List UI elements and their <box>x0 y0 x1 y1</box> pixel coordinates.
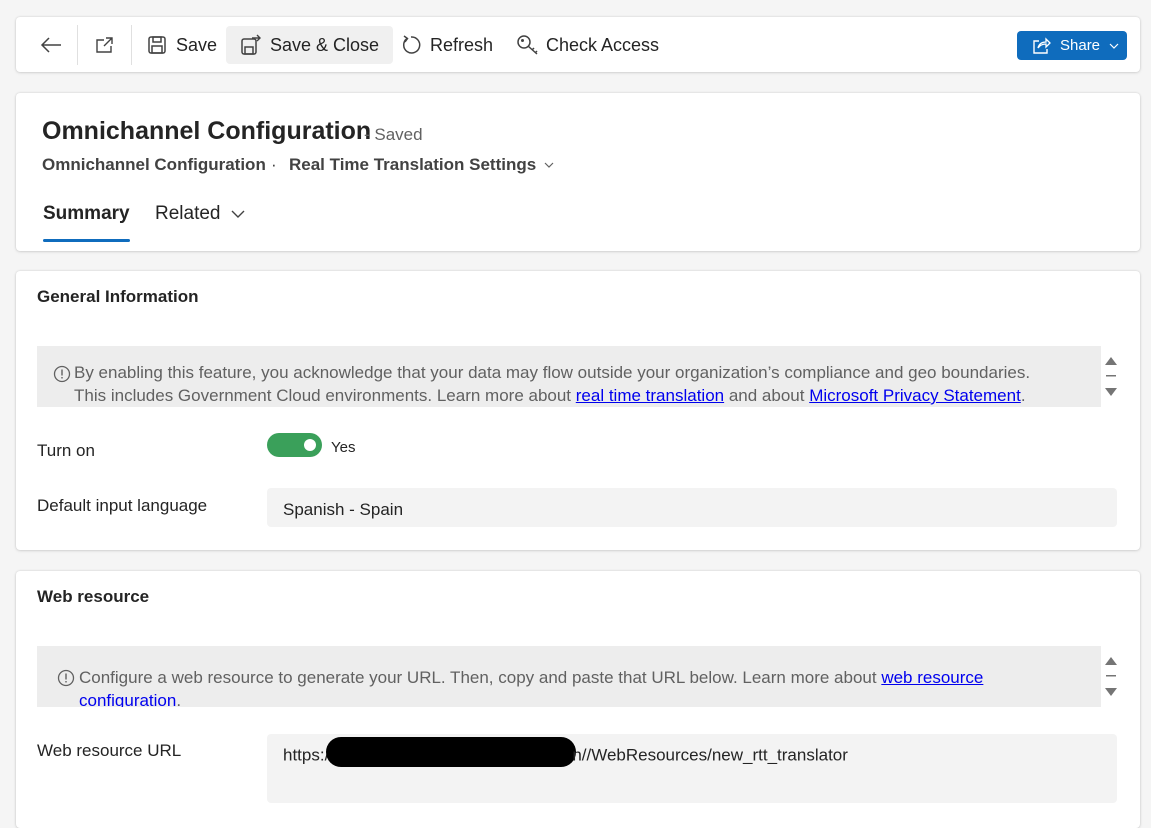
save-button[interactable]: Save <box>139 26 225 64</box>
separator <box>131 25 132 65</box>
section-title: Web resource <box>37 587 150 606</box>
notice-line-1: By enabling this feature, you acknowledg… <box>74 363 1031 382</box>
record-header: Omnichannel Configuration - Saved Omnich… <box>16 93 1140 251</box>
notice-text-part: Configure a web resource to generate you… <box>79 668 882 687</box>
save-status: - Saved <box>364 125 423 144</box>
save-label: Save <box>176 34 218 55</box>
notice-text-part: This includes Government Cloud environme… <box>74 386 576 405</box>
info-icon <box>53 365 71 383</box>
page-title: Omnichannel Configuration <box>42 117 372 145</box>
scroll-arrows-icon <box>1105 357 1117 396</box>
notice-text-part: and about <box>724 386 810 405</box>
share-label: Share <box>1060 37 1101 54</box>
notice-text-part: . <box>176 691 182 707</box>
notice-scroll-controls[interactable] <box>1104 655 1118 706</box>
refresh-icon <box>402 35 421 54</box>
section-title: General Information <box>37 287 199 306</box>
web-resource-url-label: Web resource URL <box>37 741 182 760</box>
url-suffix: n//WebResources/new_rtt_translator <box>572 745 848 765</box>
refresh-label: Refresh <box>430 34 494 55</box>
tab-related[interactable]: Related <box>155 203 245 225</box>
chevron-down-icon <box>1109 43 1119 49</box>
key-icon <box>517 35 538 55</box>
share-icon <box>1033 36 1051 54</box>
turn-on-label: Turn on <box>37 441 95 460</box>
refresh-button[interactable]: Refresh <box>392 26 501 64</box>
open-in-new-window-button[interactable] <box>90 26 120 64</box>
notice-text: By enabling this feature, you acknowledg… <box>74 361 1094 407</box>
separator <box>77 25 78 65</box>
notice-scroll-controls[interactable] <box>1104 355 1118 406</box>
redaction-mark <box>326 737 577 767</box>
default-input-language-label: Default input language <box>37 496 208 515</box>
check-access-label: Check Access <box>546 34 660 55</box>
toggle-knob <box>304 439 316 451</box>
form-selector-label: Real Time Translation Settings <box>289 155 537 174</box>
command-bar: Save Save & Close Refresh Check Access S… <box>16 17 1140 72</box>
save-and-close-icon <box>241 34 261 55</box>
back-button[interactable] <box>36 26 66 64</box>
notice-line-2: This includes Government Cloud environme… <box>74 384 1094 407</box>
turn-on-value: Yes <box>331 439 356 456</box>
scroll-arrows-icon <box>1105 657 1117 696</box>
open-new-window-icon <box>96 37 113 53</box>
selected-tab-indicator <box>43 239 130 242</box>
compliance-notice: By enabling this feature, you acknowledg… <box>37 346 1101 407</box>
web-resource-url-field[interactable]: https:/ n//WebResources/new_rtt_translato… <box>267 734 1117 803</box>
web-resource-section: Web resource Configure a web resource to… <box>16 571 1140 828</box>
tab-related-label: Related <box>155 203 221 224</box>
share-button[interactable]: Share <box>1017 31 1127 60</box>
form-selector[interactable]: Real Time Translation Settings <box>289 155 554 175</box>
url-prefix: https:/ <box>283 745 330 765</box>
save-and-close-label: Save & Close <box>270 34 380 55</box>
real-time-translation-link[interactable]: real time translation <box>576 386 724 405</box>
back-arrow-icon <box>40 37 61 53</box>
web-resource-notice: Configure a web resource to generate you… <box>37 646 1101 707</box>
tab-summary[interactable]: Summary <box>43 203 130 225</box>
check-access-button[interactable]: Check Access <box>508 26 667 64</box>
save-icon <box>148 36 166 54</box>
default-input-language-field[interactable]: Spanish - Spain <box>267 488 1117 527</box>
chevron-down-icon <box>231 210 244 218</box>
notice-text: Configure a web resource to generate you… <box>79 666 999 707</box>
save-and-close-button[interactable]: Save & Close <box>226 26 394 64</box>
breadcrumb-entity: Omnichannel Configuration <box>42 155 266 174</box>
info-icon <box>57 669 75 687</box>
notice-text-part: . <box>1020 386 1026 405</box>
chevron-down-icon <box>544 162 554 168</box>
privacy-statement-link[interactable]: Microsoft Privacy Statement <box>809 386 1021 405</box>
turn-on-toggle[interactable] <box>267 433 322 457</box>
breadcrumb-separator: · <box>271 155 277 174</box>
general-information-section: General Information By enabling this fea… <box>16 271 1140 550</box>
